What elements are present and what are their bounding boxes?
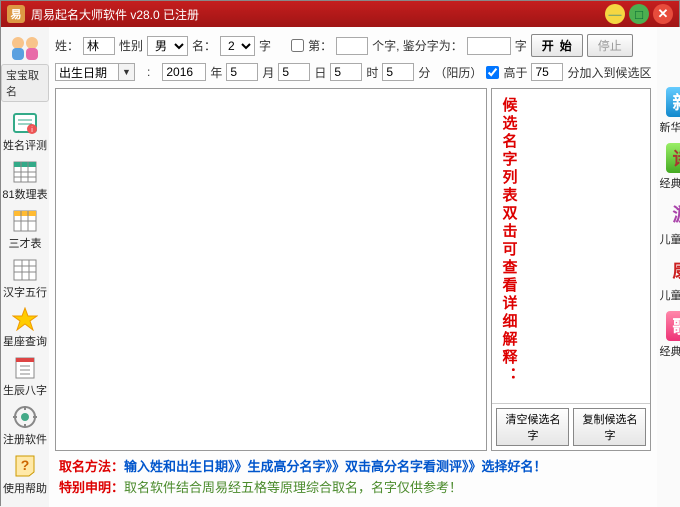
di-char-input[interactable] [467, 37, 511, 55]
declare-value: 取名软件结合周易经五格等原理综合取名，名字仅供参考！ [124, 480, 462, 495]
di-checkbox[interactable] [291, 39, 304, 52]
tool-icon [11, 208, 39, 234]
surname-input[interactable] [83, 37, 115, 55]
tool-icon [11, 306, 39, 332]
gender-select[interactable]: 男 [147, 36, 188, 56]
tool-label: 姓名评测 [3, 137, 47, 153]
left-tool-0[interactable]: i姓名评测 [1, 107, 49, 156]
di-suffix2: 字 [515, 37, 527, 54]
day-suffix: 日 [314, 64, 326, 81]
tool-label: 生辰八字 [3, 382, 47, 398]
right-tool-0[interactable]: 新新华字典 [657, 87, 680, 135]
right-tool-1[interactable]: 诗经典诗词 [657, 143, 680, 191]
score-checkbox[interactable] [486, 66, 499, 79]
method-key: 取名方法： [59, 459, 124, 474]
right-tool-3[interactable]: 康儿童健康 [657, 255, 680, 303]
form-row-2: ▼ : 年 月 日 时 分 （阳历） 高于 分加入到候选区 [53, 60, 653, 84]
tool-icon [11, 355, 39, 381]
tool-icon [11, 257, 39, 283]
calendar-label: （阳历） [434, 64, 482, 81]
score-input[interactable] [531, 63, 563, 81]
datepicker-dropdown-icon[interactable]: ▼ [119, 63, 135, 81]
tool-label: 星座查询 [3, 333, 47, 349]
right-tool-label: 经典儿歌 [659, 343, 680, 359]
method-value: 输入姓和出生日期》》生成高分名字》》双击高分名字看测评》》选择好名！ [124, 459, 547, 474]
left-tool-4[interactable]: 星座查询 [1, 303, 49, 352]
result-panel[interactable] [55, 88, 487, 451]
maximize-button[interactable]: □ [629, 4, 649, 24]
tool-label: 汉字五行 [3, 284, 47, 300]
left-tool-7[interactable]: ? 使用帮助 [1, 450, 49, 499]
stop-button[interactable]: 停止 [587, 34, 633, 57]
year-suffix: 年 [210, 64, 222, 81]
right-tool-label: 新华字典 [659, 119, 680, 135]
candidate-hint: 候选名字列表双击可查看详细解释： [492, 89, 525, 393]
name-suffix: 字 [259, 37, 271, 54]
tool-label: 三才表 [9, 235, 42, 251]
tab-baby-naming[interactable]: 宝宝取名 [1, 64, 49, 102]
form-row-1: 姓： 性别 男 名： 2 字 第： 个字, 鉴分字为： 字 开始 停止 [53, 31, 653, 60]
tool-icon [11, 159, 39, 185]
di-label: 第： [308, 37, 332, 54]
close-button[interactable]: ✕ [653, 4, 673, 24]
right-tool-icon: 歌 [666, 311, 680, 341]
hour-suffix: 时 [366, 64, 378, 81]
minimize-button[interactable]: — [605, 4, 625, 24]
copy-candidates-button[interactable]: 复制候选名字 [573, 408, 646, 446]
right-tool-icon: 诗 [666, 143, 680, 173]
tool-icon: ? [11, 453, 39, 479]
year-input[interactable] [162, 63, 206, 81]
hour-input[interactable] [330, 63, 362, 81]
day-input[interactable] [278, 63, 310, 81]
tool-label: 注册软件 [3, 431, 47, 447]
left-sidebar: 宝宝取名 i姓名评测 81数理表三才表汉字五行星座查询生辰八字注册软件? 使用帮助 [1, 27, 49, 507]
right-tool-icon: 康 [666, 255, 680, 285]
gender-label: 性别 [119, 37, 143, 54]
di-index-input[interactable] [336, 37, 368, 55]
right-tool-label: 经典诗词 [659, 175, 680, 191]
surname-label: 姓： [55, 37, 79, 54]
candidate-panel: 候选名字列表双击可查看详细解释： 清空候选名字 复制候选名字 [491, 88, 651, 451]
left-tool-3[interactable]: 汉字五行 [1, 254, 49, 303]
minute-suffix: 分 [418, 64, 430, 81]
app-logo-icon: 易 [7, 5, 25, 23]
left-tool-1[interactable]: 81数理表 [1, 156, 49, 205]
avatar-icon [1, 31, 49, 63]
score-suffix: 分加入到候选区 [567, 64, 651, 81]
right-tool-label: 儿童游戏 [659, 231, 680, 247]
right-sidebar: 新新华字典诗经典诗词游儿童游戏康儿童健康歌经典儿歌 [657, 27, 680, 507]
clear-candidates-button[interactable]: 清空候选名字 [496, 408, 569, 446]
footer: 取名方法：输入姓和出生日期》》生成高分名字》》双击高分名字看测评》》选择好名！ … [53, 453, 653, 505]
tool-label: 81数理表 [2, 186, 47, 202]
right-tool-icon: 游 [666, 199, 680, 229]
left-tool-6[interactable]: 注册软件 [1, 401, 49, 450]
minute-input[interactable] [382, 63, 414, 81]
tool-icon [11, 404, 39, 430]
tool-icon: i [11, 110, 39, 136]
right-tool-icon: 新 [666, 87, 680, 117]
di-suffix: 个字, 鉴分字为： [372, 37, 463, 54]
birthdate-label-input[interactable] [55, 63, 119, 81]
right-tool-2[interactable]: 游儿童游戏 [657, 199, 680, 247]
window-title: 周易起名大师软件 v28.0 已注册 [31, 6, 605, 23]
left-tool-5[interactable]: 生辰八字 [1, 352, 49, 401]
start-button[interactable]: 开始 [531, 34, 583, 57]
left-tool-2[interactable]: 三才表 [1, 205, 49, 254]
right-tool-4[interactable]: 歌经典儿歌 [657, 311, 680, 359]
name-count-select[interactable]: 2 [220, 36, 255, 56]
score-label: 高于 [503, 64, 527, 81]
right-tool-label: 儿童健康 [659, 287, 680, 303]
tool-label: 使用帮助 [3, 480, 47, 496]
month-suffix: 月 [262, 64, 274, 81]
svg-text:?: ? [21, 457, 30, 473]
declare-key: 特别申明： [59, 480, 124, 495]
name-count-label: 名： [192, 37, 216, 54]
month-input[interactable] [226, 63, 258, 81]
titlebar: 易 周易起名大师软件 v28.0 已注册 — □ ✕ [1, 1, 679, 27]
